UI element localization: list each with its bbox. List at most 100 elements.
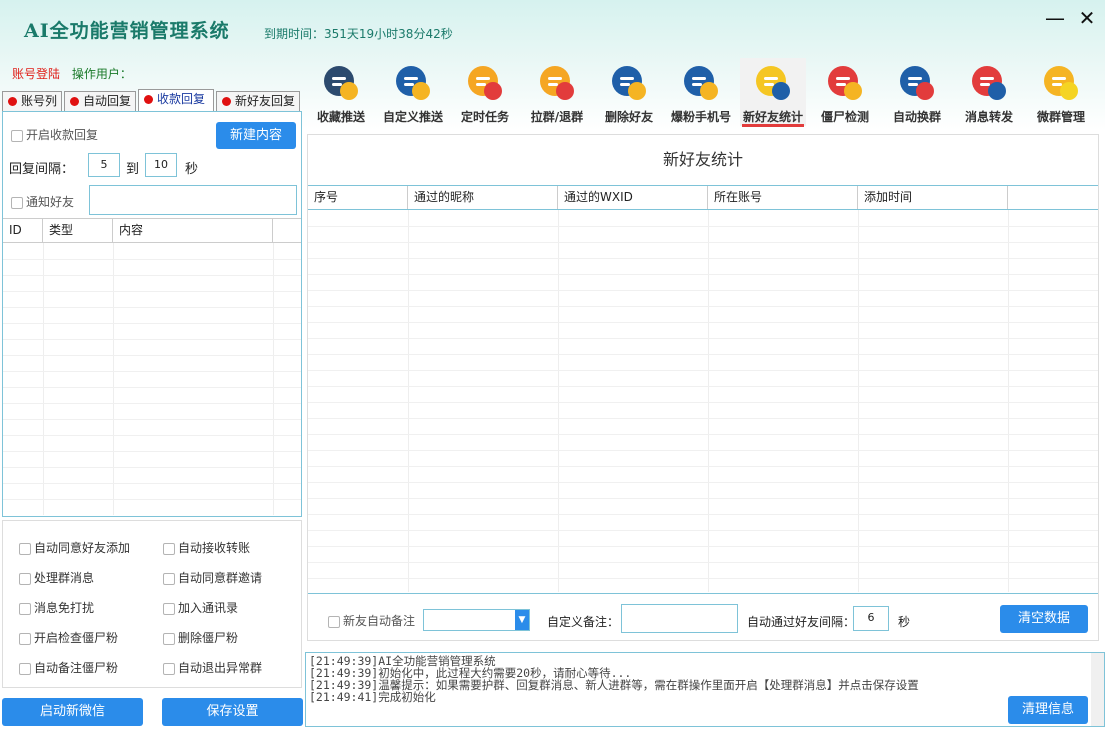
- grid-line: [3, 403, 301, 404]
- option-checkbox[interactable]: 消息免打扰: [19, 599, 94, 616]
- tab-auto-reply[interactable]: 自动回复: [64, 91, 136, 112]
- new-content-button[interactable]: 新建内容: [216, 122, 296, 149]
- grid-line: [308, 466, 1098, 467]
- toolbar-label: 收藏推送: [316, 110, 365, 124]
- tab-account-list[interactable]: 账号列: [2, 91, 62, 112]
- toolbar-auto-switch-group-button[interactable]: 自动换群: [884, 58, 950, 126]
- toolbar-label: 自定义推送: [382, 110, 443, 124]
- checkbox[interactable]: [163, 542, 175, 555]
- grid-line: [308, 322, 1098, 323]
- group-manage-icon: [1044, 66, 1078, 100]
- auto-interval-unit: 秒: [898, 615, 911, 629]
- checkbox[interactable]: [163, 662, 175, 675]
- grid-line: [308, 482, 1098, 483]
- grid-line: [308, 514, 1098, 515]
- grid-line: [3, 467, 301, 468]
- notify-friend-input[interactable]: [89, 185, 297, 215]
- grid-line: [308, 578, 1098, 579]
- log-line: [21:49:41]完成初始化: [309, 690, 436, 704]
- option-checkbox[interactable]: 删除僵尸粉: [163, 629, 238, 646]
- checkbox[interactable]: [163, 602, 175, 615]
- tab-label: 新好友回复: [235, 94, 296, 108]
- checkbox[interactable]: [11, 196, 23, 209]
- grid-line: [1008, 210, 1009, 592]
- save-settings-button[interactable]: 保存设置: [162, 698, 303, 726]
- grid-line: [3, 451, 301, 452]
- app-title: AI全功能营销管理系统: [24, 20, 230, 42]
- checkbox[interactable]: [19, 632, 31, 645]
- toolbar-group-manage-button[interactable]: 微群管理: [1028, 58, 1094, 126]
- custom-remark-input[interactable]: [621, 604, 738, 633]
- toolbar-delete-friend-button[interactable]: 删除好友: [596, 58, 662, 126]
- checkbox[interactable]: [19, 542, 31, 555]
- checkbox[interactable]: [163, 572, 175, 585]
- checkbox[interactable]: [19, 662, 31, 675]
- grid-line: [558, 210, 559, 592]
- status-dot-icon: [8, 97, 17, 106]
- clear-data-button[interactable]: 清空数据: [1000, 605, 1088, 633]
- toolbar-custom-push-button[interactable]: 自定义推送: [380, 58, 446, 126]
- checkbox[interactable]: [163, 632, 175, 645]
- interval-from-input[interactable]: 5: [88, 153, 120, 177]
- close-button[interactable]: ✕: [1076, 8, 1098, 30]
- option-checkbox[interactable]: 自动同意好友添加: [19, 539, 130, 556]
- toolbar-label: 定时任务: [460, 110, 509, 124]
- checkbox[interactable]: [19, 572, 31, 585]
- grid-line: [308, 370, 1098, 371]
- toolbar-timed-task-button[interactable]: 定时任务: [452, 58, 518, 126]
- grid-line: [113, 243, 114, 515]
- toolbar-label: 僵尸检测: [820, 110, 869, 124]
- option-checkbox[interactable]: 自动接收转账: [163, 539, 250, 556]
- checkbox-label: 自动备注僵尸粉: [34, 661, 119, 675]
- payment-reply-table: ID 类型 内容: [3, 218, 301, 516]
- notify-friend[interactable]: 通知好友: [11, 193, 74, 210]
- grid-line: [308, 258, 1098, 259]
- clear-log-button[interactable]: 清理信息: [1008, 696, 1088, 724]
- option-checkbox[interactable]: 开启检查僵尸粉: [19, 629, 118, 646]
- col-header: 通过的昵称: [408, 186, 558, 209]
- option-checkbox[interactable]: 自动同意群邀请: [163, 569, 262, 586]
- option-checkbox[interactable]: 处理群消息: [19, 569, 94, 586]
- toolbar-message-forward-button[interactable]: 消息转发: [956, 58, 1022, 126]
- auto-remark[interactable]: 新友自动备注: [328, 612, 415, 629]
- tab-new-friend-reply[interactable]: 新好友回复: [216, 91, 300, 112]
- remark-select[interactable]: ▼: [423, 609, 530, 631]
- option-checkbox[interactable]: 自动备注僵尸粉: [19, 659, 118, 676]
- account-login-link[interactable]: 账号登陆: [12, 67, 60, 81]
- interval-unit: 秒: [185, 162, 199, 177]
- tab-payment-reply[interactable]: 收款回复: [138, 89, 214, 112]
- enable-payment-reply[interactable]: 开启收款回复: [11, 126, 98, 143]
- grid-line: [308, 498, 1098, 499]
- toolbar-phone-search-button[interactable]: 爆粉手机号: [668, 58, 734, 126]
- option-checkbox[interactable]: 加入通讯录: [163, 599, 238, 616]
- timed-task-icon: [468, 66, 502, 100]
- toolbar-new-friend-stats-button[interactable]: 新好友统计: [740, 58, 806, 127]
- checkbox[interactable]: [19, 602, 31, 615]
- option-checkbox[interactable]: 自动退出异常群: [163, 659, 262, 676]
- grid-line: [43, 243, 44, 515]
- toolbar-collect-push-button[interactable]: 收藏推送: [308, 58, 374, 126]
- new-friend-stats-icon: [756, 66, 790, 100]
- tab-label: 收款回复: [157, 92, 206, 106]
- grid-line: [308, 546, 1098, 547]
- col-header: ID: [3, 219, 43, 242]
- auto-interval-input[interactable]: 6: [853, 606, 889, 631]
- minimize-button[interactable]: —: [1044, 8, 1066, 30]
- status-dot-icon: [222, 97, 231, 106]
- toolbar-zombie-detect-button[interactable]: 僵尸检测: [812, 58, 878, 126]
- checkbox[interactable]: [11, 129, 23, 142]
- options-panel: 自动同意好友添加 自动接收转账处理群消息 自动同意群邀请消息免打扰 加入通讯录开启检查…: [2, 520, 302, 688]
- grid-line: [273, 243, 274, 515]
- toolbar-group-join-button[interactable]: 拉群/退群: [524, 58, 590, 126]
- interval-to-input[interactable]: 10: [145, 153, 177, 177]
- grid-line: [3, 419, 301, 420]
- checkbox-label: 新友自动备注: [343, 614, 416, 628]
- phone-search-icon: [684, 66, 718, 100]
- scrollbar[interactable]: [1091, 653, 1104, 726]
- checkbox[interactable]: [328, 615, 340, 628]
- col-header: 内容: [113, 219, 273, 242]
- grid-line: [3, 499, 301, 500]
- grid-line: [3, 387, 301, 388]
- chevron-down-icon[interactable]: ▼: [515, 610, 529, 630]
- start-wechat-button[interactable]: 启动新微信: [2, 698, 143, 726]
